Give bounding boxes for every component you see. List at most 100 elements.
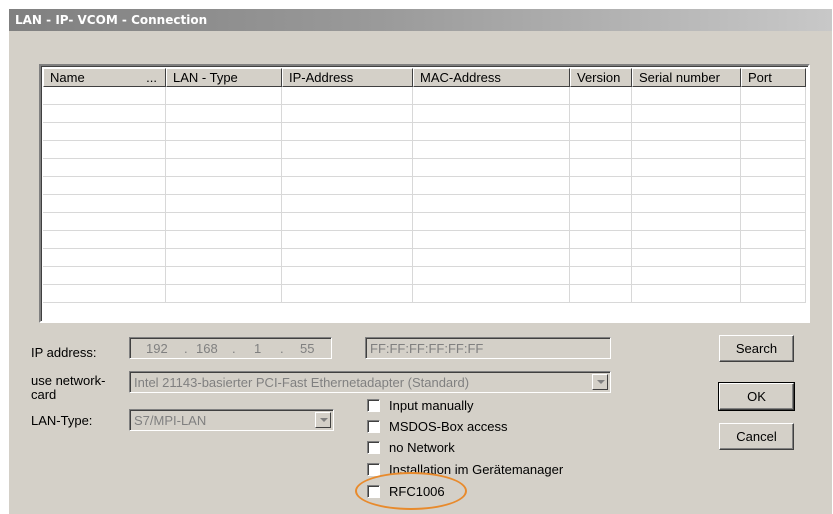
table-cell bbox=[43, 123, 166, 141]
no-network-label: no Network bbox=[389, 440, 455, 455]
table-cell bbox=[570, 195, 632, 213]
table-cell bbox=[43, 141, 166, 159]
device-list[interactable]: Name... LAN - Type IP-Address MAC-Address Ve… bbox=[39, 64, 810, 323]
table-cell bbox=[741, 249, 806, 267]
table-row[interactable] bbox=[43, 285, 806, 303]
table-cell bbox=[741, 213, 806, 231]
table-cell bbox=[570, 267, 632, 285]
table-cell bbox=[570, 213, 632, 231]
table-cell bbox=[741, 231, 806, 249]
table-cell bbox=[632, 141, 741, 159]
ip-octet-4: 55 bbox=[300, 341, 315, 356]
table-cell bbox=[166, 267, 282, 285]
table-cell bbox=[166, 177, 282, 195]
table-cell bbox=[166, 159, 282, 177]
table-row[interactable] bbox=[43, 267, 806, 285]
column-header[interactable]: Name... bbox=[43, 68, 166, 87]
column-header-label: LAN - Type bbox=[173, 70, 238, 85]
table-row[interactable] bbox=[43, 231, 806, 249]
table-cell bbox=[632, 123, 741, 141]
table-cell bbox=[282, 159, 413, 177]
ip-address-field[interactable]: 192 . 168 . 1 . 55 bbox=[129, 337, 332, 359]
ip-dot: . bbox=[232, 341, 236, 356]
table-cell bbox=[570, 177, 632, 195]
table-cell bbox=[741, 123, 806, 141]
table-cell bbox=[632, 159, 741, 177]
title-bar[interactable]: LAN - IP- VCOM - Connection bbox=[9, 9, 832, 31]
ok-button[interactable]: OK bbox=[718, 382, 795, 411]
table-cell bbox=[570, 123, 632, 141]
msdos-box-checkbox[interactable] bbox=[367, 420, 380, 433]
table-row[interactable] bbox=[43, 141, 806, 159]
lan-type-value: S7/MPI-LAN bbox=[134, 413, 207, 428]
chevron-down-icon[interactable] bbox=[592, 374, 608, 390]
table-cell bbox=[282, 249, 413, 267]
table-cell bbox=[632, 87, 741, 105]
mac-address-value: FF:FF:FF:FF:FF:FF bbox=[370, 341, 484, 356]
table-cell bbox=[43, 285, 166, 303]
table-cell bbox=[282, 141, 413, 159]
column-header[interactable]: Serial number bbox=[632, 68, 741, 87]
list-rows bbox=[43, 87, 806, 303]
table-row[interactable] bbox=[43, 123, 806, 141]
search-button[interactable]: Search bbox=[719, 335, 794, 362]
table-cell bbox=[570, 105, 632, 123]
table-cell bbox=[570, 87, 632, 105]
table-cell bbox=[282, 285, 413, 303]
table-cell bbox=[413, 141, 570, 159]
cancel-button[interactable]: Cancel bbox=[719, 423, 794, 450]
column-header[interactable]: Port bbox=[741, 68, 806, 87]
lan-type-label: LAN-Type: bbox=[31, 413, 93, 428]
table-cell bbox=[741, 177, 806, 195]
window-title: LAN - IP- VCOM - Connection bbox=[15, 13, 208, 27]
no-network-checkbox[interactable] bbox=[367, 441, 380, 454]
table-cell bbox=[632, 213, 741, 231]
chevron-down-icon[interactable] bbox=[315, 412, 331, 428]
ip-octet-2: 168 bbox=[196, 341, 218, 356]
table-cell bbox=[741, 285, 806, 303]
table-cell bbox=[632, 267, 741, 285]
table-row[interactable] bbox=[43, 195, 806, 213]
table-cell bbox=[741, 87, 806, 105]
table-cell bbox=[166, 141, 282, 159]
table-cell bbox=[43, 249, 166, 267]
table-cell bbox=[413, 267, 570, 285]
input-manually-checkbox[interactable] bbox=[367, 399, 380, 412]
table-row[interactable] bbox=[43, 159, 806, 177]
column-header[interactable]: MAC-Address bbox=[413, 68, 570, 87]
network-card-select[interactable]: Intel 21143-basierter PCI-Fast Etherneta… bbox=[129, 371, 611, 393]
rfc1006-highlight-annotation bbox=[355, 472, 467, 510]
table-row[interactable] bbox=[43, 87, 806, 105]
table-cell bbox=[741, 267, 806, 285]
table-cell bbox=[741, 105, 806, 123]
table-cell bbox=[282, 177, 413, 195]
table-cell bbox=[166, 195, 282, 213]
table-cell bbox=[166, 87, 282, 105]
table-cell bbox=[166, 231, 282, 249]
table-row[interactable] bbox=[43, 213, 806, 231]
msdos-box-label: MSDOS-Box access bbox=[389, 419, 508, 434]
table-cell bbox=[43, 159, 166, 177]
table-cell bbox=[570, 159, 632, 177]
table-cell bbox=[741, 159, 806, 177]
table-cell bbox=[43, 231, 166, 249]
column-header[interactable]: LAN - Type bbox=[166, 68, 282, 87]
table-row[interactable] bbox=[43, 249, 806, 267]
installation-geraetemanager-checkbox[interactable] bbox=[367, 463, 380, 476]
network-card-label-2: card bbox=[31, 387, 57, 402]
list-header: Name... LAN - Type IP-Address MAC-Address Ve… bbox=[43, 68, 806, 87]
table-cell bbox=[282, 213, 413, 231]
mac-address-field[interactable]: FF:FF:FF:FF:FF:FF bbox=[365, 337, 611, 359]
table-cell bbox=[282, 105, 413, 123]
table-cell bbox=[413, 123, 570, 141]
network-card-value: Intel 21143-basierter PCI-Fast Etherneta… bbox=[134, 375, 470, 390]
table-row[interactable] bbox=[43, 177, 806, 195]
table-cell bbox=[413, 231, 570, 249]
table-cell bbox=[413, 159, 570, 177]
table-cell bbox=[632, 231, 741, 249]
column-header[interactable]: Version bbox=[570, 68, 632, 87]
table-row[interactable] bbox=[43, 105, 806, 123]
column-header[interactable]: IP-Address bbox=[282, 68, 413, 87]
table-cell bbox=[413, 249, 570, 267]
lan-type-select[interactable]: S7/MPI-LAN bbox=[129, 409, 334, 431]
